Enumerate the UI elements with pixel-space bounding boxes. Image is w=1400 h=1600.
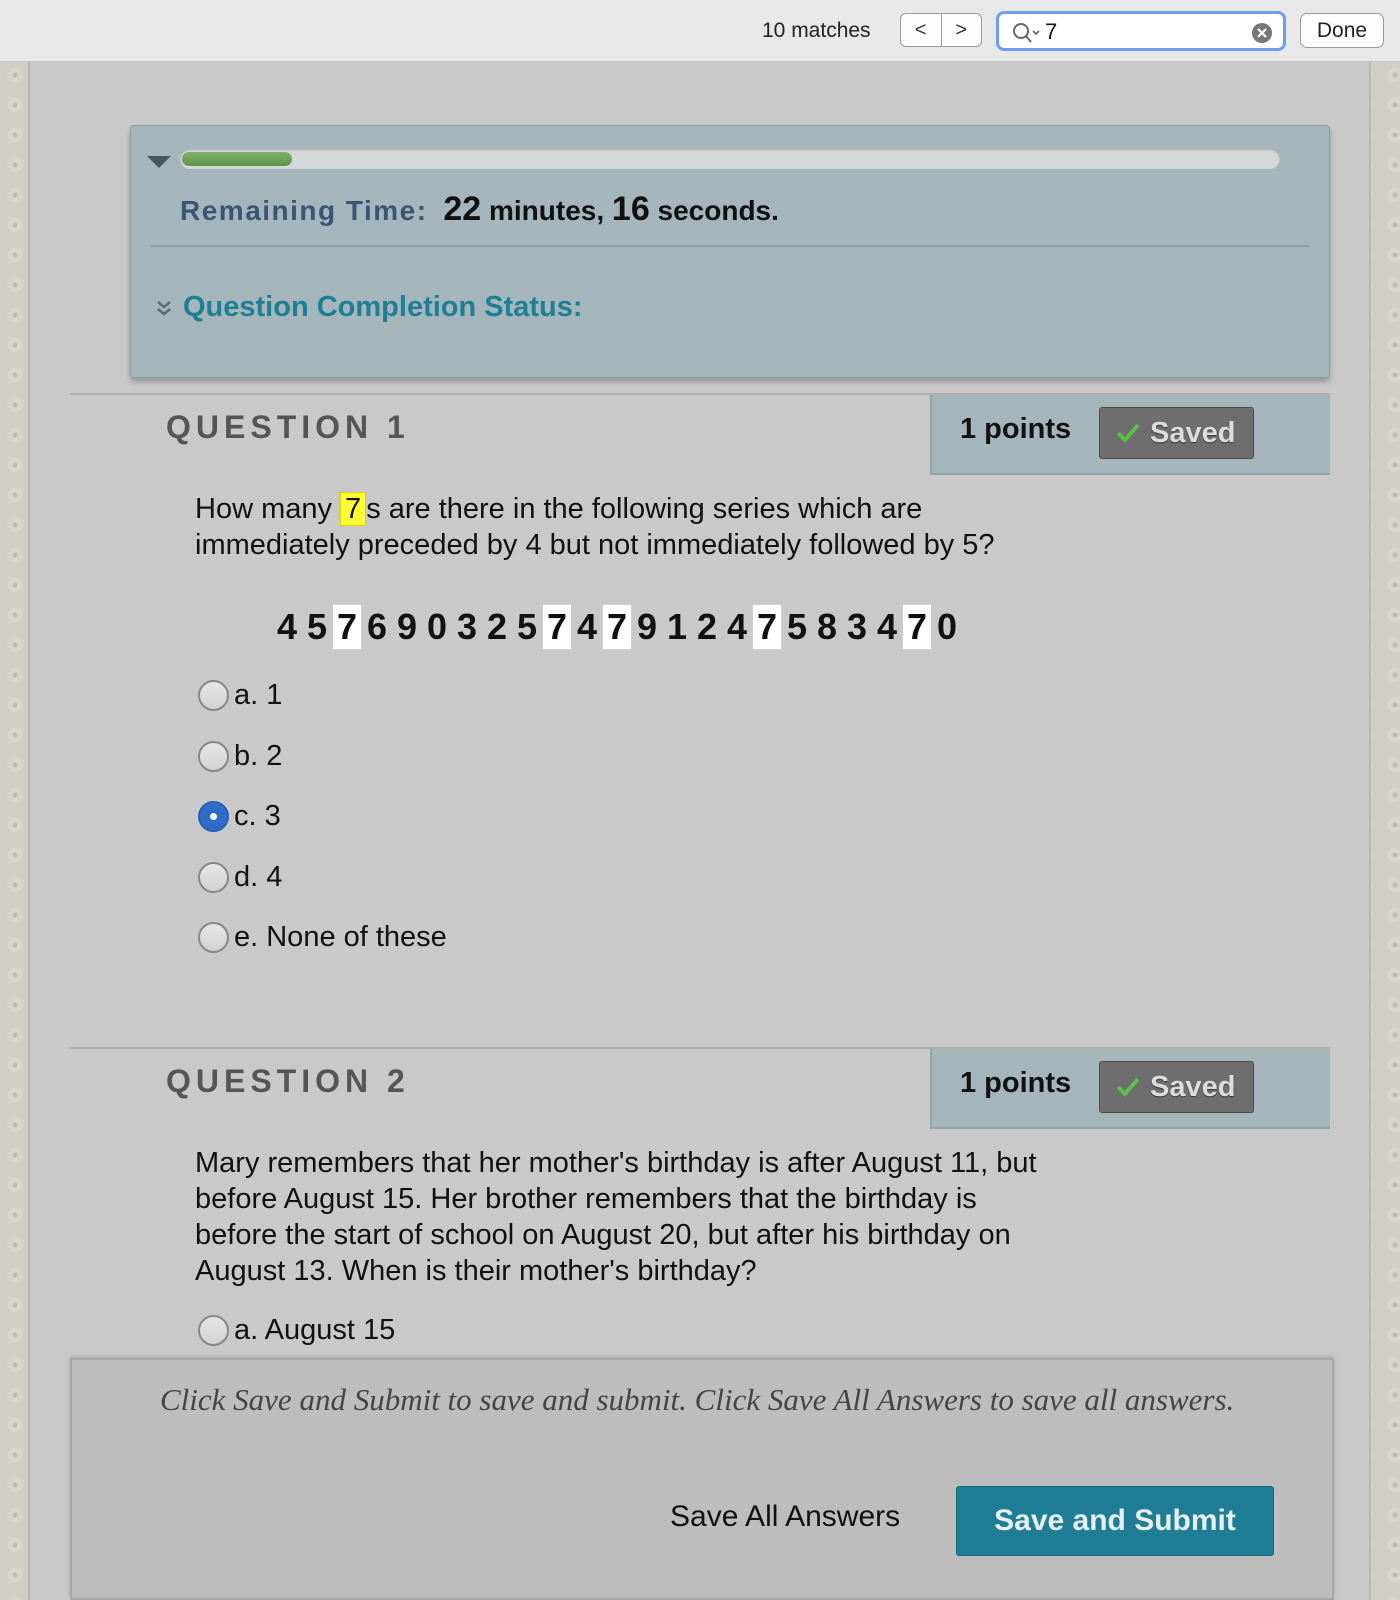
remaining-time-label: Remaining Time: bbox=[180, 195, 428, 226]
series-digit-match: 7 bbox=[332, 604, 362, 650]
answer-option[interactable]: b. 2 bbox=[198, 740, 282, 773]
seconds-value: 16 bbox=[611, 190, 650, 228]
seconds-unit: seconds. bbox=[657, 195, 779, 226]
series-digit: 4 bbox=[726, 606, 748, 647]
checkmark-icon bbox=[1116, 1077, 1140, 1097]
series-digit-match: 7 bbox=[602, 604, 632, 650]
question-2-text: Mary remembers that her mother's birthda… bbox=[195, 1147, 1037, 1287]
find-field[interactable] bbox=[996, 11, 1286, 51]
series-digit: 5 bbox=[516, 606, 538, 647]
answer-option-label: a. August 15 bbox=[234, 1314, 396, 1346]
collapse-timer-icon[interactable] bbox=[147, 156, 171, 168]
question-points-box: 1 points Saved bbox=[930, 395, 1330, 475]
previous-match-button[interactable]: < bbox=[901, 14, 941, 46]
answer-option-label: b. 2 bbox=[234, 739, 283, 772]
radio-button-selected[interactable] bbox=[198, 801, 229, 832]
done-button[interactable]: Done bbox=[1300, 13, 1384, 48]
saved-badge: Saved bbox=[1099, 1061, 1254, 1113]
saved-badge: Saved bbox=[1099, 407, 1254, 459]
submit-bar: Click Save and Submit to save and submit… bbox=[70, 1358, 1334, 1600]
save-and-submit-button[interactable]: Save and Submit bbox=[956, 1486, 1274, 1556]
question-points: 1 points bbox=[960, 1067, 1072, 1099]
clear-search-icon[interactable] bbox=[1251, 22, 1273, 44]
timer-panel: Remaining Time: 22 minutes, 16 seconds. … bbox=[130, 125, 1330, 378]
question-title: QUESTION 2 bbox=[166, 1063, 410, 1099]
answer-option[interactable]: a. August 15 bbox=[198, 1314, 395, 1347]
question-title: QUESTION 1 bbox=[166, 409, 410, 445]
match-count: 10 matches bbox=[762, 19, 871, 42]
series-digit: 1 bbox=[666, 606, 688, 647]
radio-button[interactable] bbox=[198, 1315, 229, 1346]
double-chevron-down-icon bbox=[157, 300, 171, 316]
series-digit: 4 bbox=[876, 606, 898, 647]
saved-label: Saved bbox=[1150, 416, 1236, 449]
answer-option[interactable]: e. None of these bbox=[198, 921, 447, 954]
answer-option-label: d. 4 bbox=[234, 860, 283, 893]
minutes-value: 22 bbox=[443, 190, 482, 228]
series-digit: 2 bbox=[696, 606, 718, 647]
question-2-header: QUESTION 2 1 points Saved bbox=[70, 1047, 1330, 1131]
series-digit: 5 bbox=[306, 606, 328, 647]
question-completion-status-label: Question Completion Status: bbox=[183, 291, 583, 323]
answer-option[interactable]: d. 4 bbox=[198, 861, 282, 894]
find-input[interactable] bbox=[1043, 17, 1247, 47]
saved-label: Saved bbox=[1150, 1070, 1236, 1103]
number-series: 45769032574791247583470 bbox=[272, 604, 962, 650]
minutes-unit: minutes, bbox=[488, 195, 605, 226]
series-digit: 6 bbox=[366, 606, 388, 647]
series-digit: 3 bbox=[456, 606, 478, 647]
series-digit: 0 bbox=[426, 606, 448, 647]
series-digit-match: 7 bbox=[902, 604, 932, 650]
series-digit: 3 bbox=[846, 606, 868, 647]
remaining-time: Remaining Time: 22 minutes, 16 seconds. bbox=[180, 190, 779, 229]
question-points-box: 1 points Saved bbox=[930, 1049, 1330, 1129]
search-icon[interactable] bbox=[1011, 20, 1041, 46]
radio-button[interactable] bbox=[198, 861, 229, 893]
question-points: 1 points bbox=[960, 413, 1072, 445]
series-digit: 2 bbox=[486, 606, 508, 647]
question-completion-status-toggle[interactable]: Question Completion Status: bbox=[155, 291, 583, 324]
radio-button[interactable] bbox=[198, 922, 229, 953]
radio-button[interactable] bbox=[198, 680, 229, 711]
question-1-text: How many 7s are there in the following s… bbox=[195, 491, 1045, 563]
find-bar: 10 matches < > Done bbox=[0, 0, 1400, 62]
series-digit: 4 bbox=[576, 606, 598, 647]
find-highlight: 7 bbox=[340, 492, 367, 526]
series-digit: 9 bbox=[636, 606, 658, 647]
answer-option[interactable]: a. 1 bbox=[198, 679, 282, 712]
answer-option[interactable]: c. 3 bbox=[198, 800, 281, 833]
question-1-header: QUESTION 1 1 points Saved bbox=[70, 393, 1330, 477]
question-text-start: How many bbox=[195, 493, 341, 525]
panel-divider bbox=[151, 245, 1309, 247]
answer-option-label: c. 3 bbox=[234, 800, 281, 832]
series-digit: 5 bbox=[786, 606, 808, 647]
checkmark-icon bbox=[1116, 423, 1140, 443]
save-all-answers-button[interactable]: Save All Answers bbox=[670, 1500, 900, 1534]
match-nav: < > bbox=[900, 13, 982, 47]
answer-option-label: a. 1 bbox=[234, 679, 283, 711]
next-match-button[interactable]: > bbox=[940, 14, 982, 46]
answer-option-label: e. None of these bbox=[234, 921, 447, 953]
radio-button[interactable] bbox=[198, 740, 229, 772]
series-digit: 4 bbox=[276, 606, 298, 647]
series-digit: 9 bbox=[396, 606, 418, 647]
series-digit: 8 bbox=[816, 606, 838, 647]
time-progress-fill bbox=[182, 152, 292, 166]
series-digit: 0 bbox=[936, 606, 958, 647]
series-digit-match: 7 bbox=[542, 604, 572, 650]
time-progress-bar bbox=[180, 149, 1280, 169]
submit-instructions: Click Save and Submit to save and submit… bbox=[160, 1382, 1235, 1417]
series-digit-match: 7 bbox=[752, 604, 782, 650]
